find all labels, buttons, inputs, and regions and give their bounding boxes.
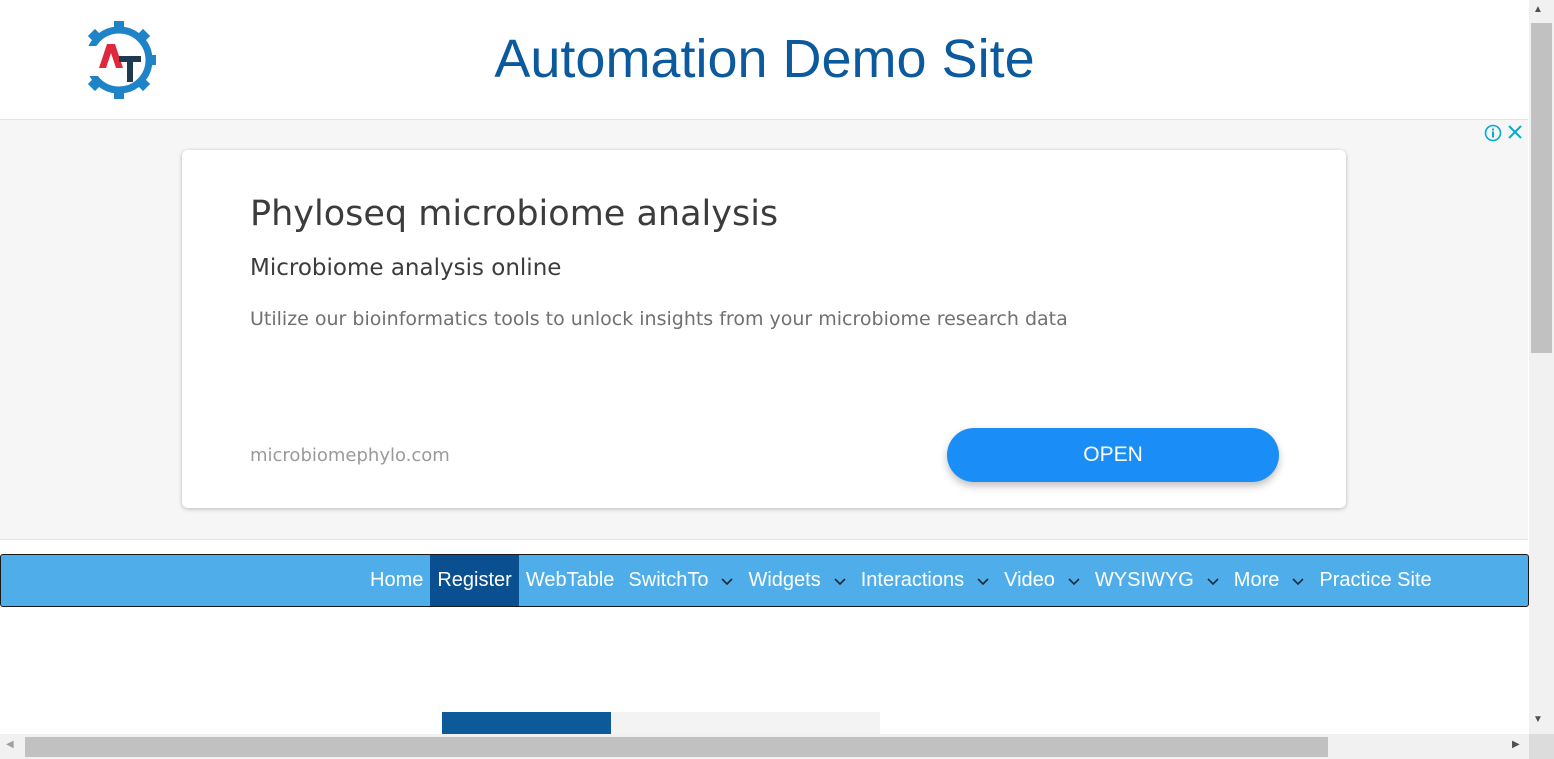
ad-open-button[interactable]: OPEN (947, 428, 1279, 482)
nav-menu: Home Register WebTable SwitchTo Widgets Inter… (363, 555, 1439, 606)
scroll-up-arrow-icon[interactable]: ▲ (1533, 4, 1543, 15)
vertical-scroll-thumb[interactable] (1531, 23, 1552, 353)
scroll-right-arrow-icon[interactable]: ▶ (1512, 739, 1520, 750)
main-navbar: Home Register WebTable SwitchTo Widgets Inter… (0, 554, 1529, 607)
nav-item-register[interactable]: Register (430, 555, 519, 606)
nav-item-switchto[interactable]: SwitchTo (621, 555, 741, 606)
close-icon[interactable] (1506, 123, 1524, 141)
chevron-down-icon[interactable] (976, 576, 990, 586)
nav-item-label: SwitchTo (628, 569, 709, 591)
nav-item-practice-site[interactable]: Practice Site (1312, 555, 1438, 606)
chevron-down-icon[interactable] (1067, 576, 1081, 586)
nav-item-wysiwyg[interactable]: WYSIWYG (1088, 555, 1227, 606)
ad-description: Utilize our bioinformatics tools to unlo… (250, 308, 1068, 330)
ad-title[interactable]: Phyloseq microbiome analysis (250, 194, 778, 234)
chevron-down-icon[interactable] (1291, 576, 1305, 586)
chevron-down-icon[interactable] (720, 576, 734, 586)
ad-card[interactable]: Phyloseq microbiome analysis Microbiome … (182, 150, 1346, 508)
ad-banner: Phyloseq microbiome analysis Microbiome … (0, 119, 1528, 540)
form-tab-active[interactable] (442, 712, 611, 734)
scroll-down-arrow-icon[interactable]: ▼ (1533, 714, 1543, 725)
scroll-left-arrow-icon[interactable]: ◀ (6, 739, 14, 750)
site-title: Automation Demo Site (494, 29, 1035, 89)
nav-item-video[interactable]: Video (997, 555, 1088, 606)
nav-item-label: Interactions (860, 569, 965, 591)
nav-item-label: Practice Site (1319, 569, 1432, 591)
nav-item-label: Home (370, 569, 424, 591)
scrollbar-corner (1529, 734, 1554, 759)
chevron-down-icon[interactable] (833, 576, 847, 586)
nav-item-label: Widgets (748, 569, 821, 591)
nav-item-label: WebTable (525, 569, 615, 591)
nav-item-webtable[interactable]: WebTable (519, 555, 622, 606)
nav-item-label: More (1233, 569, 1280, 591)
nav-item-label: WYSIWYG (1094, 569, 1194, 591)
site-header: Automation Demo Site (0, 0, 1529, 119)
nav-item-label: Register (437, 569, 512, 591)
ad-domain[interactable]: microbiomephylo.com (250, 445, 450, 466)
nav-item-interactions[interactable]: Interactions (854, 555, 997, 606)
horizontal-scroll-thumb[interactable] (25, 737, 1328, 757)
nav-item-more[interactable]: More (1227, 555, 1313, 606)
nav-item-label: Video (1004, 569, 1055, 591)
chevron-down-icon[interactable] (1206, 576, 1220, 586)
nav-item-home[interactable]: Home (363, 555, 430, 606)
info-icon[interactable] (1484, 124, 1502, 142)
ad-subtitle: Microbiome analysis online (250, 255, 562, 281)
nav-item-widgets[interactable]: Widgets (741, 555, 853, 606)
